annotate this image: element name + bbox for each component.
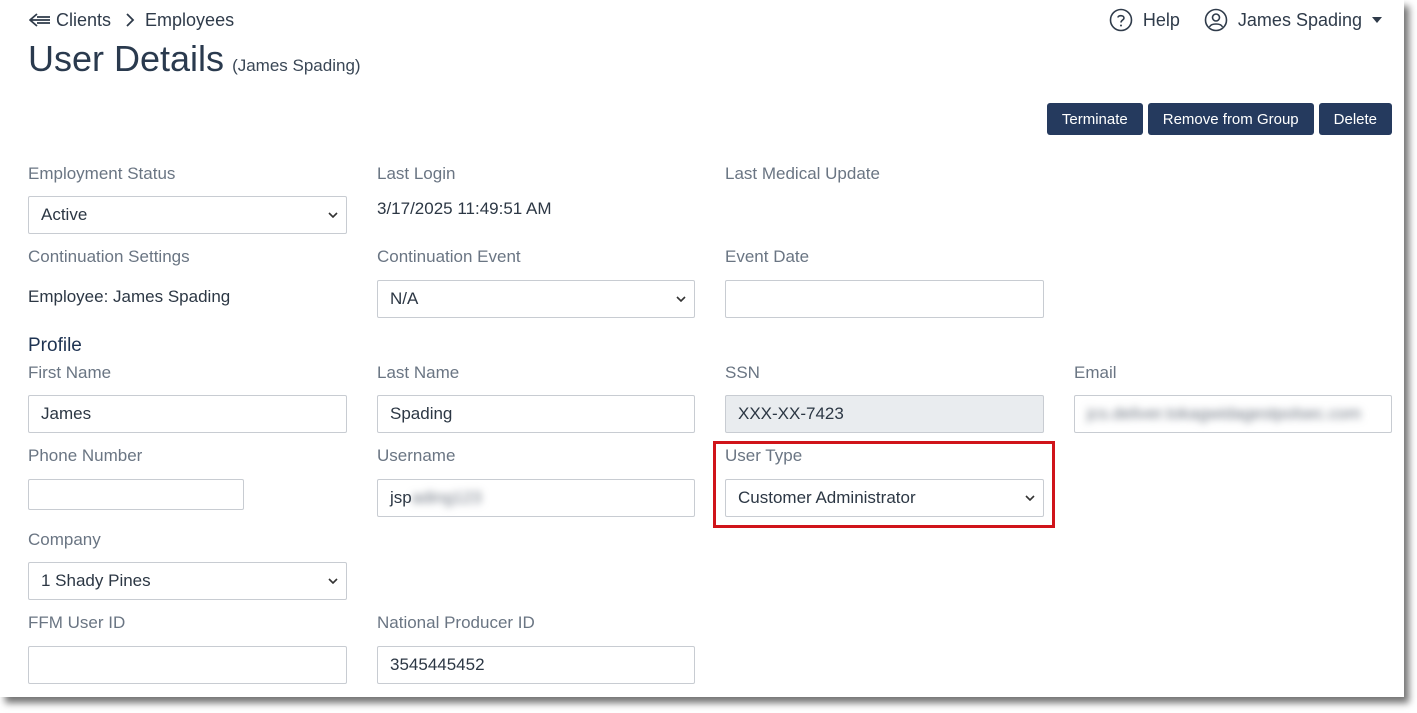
last-name-input[interactable]: Spading — [377, 395, 695, 433]
breadcrumb-employees-link[interactable]: Employees — [145, 10, 234, 31]
first-name-label: First Name — [28, 363, 112, 382]
back-arrow-icon[interactable] — [28, 12, 52, 28]
chevron-down-icon — [676, 296, 686, 302]
chevron-down-icon — [1025, 495, 1035, 501]
continuation-settings-label: Continuation Settings — [28, 247, 190, 266]
page-title-group: User Details (James Spading) — [28, 38, 361, 80]
username-input[interactable]: jsp ading123 — [377, 479, 695, 517]
username-value: jsp — [390, 488, 412, 507]
chevron-down-icon — [328, 212, 338, 218]
username-label: Username — [377, 446, 456, 465]
username-blurred-value: ading123 — [411, 488, 482, 507]
chevron-down-icon — [328, 578, 338, 584]
company-value: 1 Shady Pines — [41, 571, 151, 590]
last-login-label: Last Login — [377, 164, 456, 183]
continuation-event-value: N/A — [390, 289, 419, 308]
last-name-label: Last Name — [377, 363, 460, 382]
ssn-value: XXX-XX-7423 — [738, 404, 844, 423]
user-type-value: Customer Administrator — [738, 488, 916, 507]
company-select[interactable]: 1 Shady Pines — [28, 562, 347, 600]
profile-section-title: Profile — [28, 335, 82, 356]
employment-status-select[interactable]: Active — [28, 196, 347, 234]
user-name: James Spading — [1237, 9, 1362, 30]
continuation-event-label: Continuation Event — [377, 247, 521, 266]
continuation-settings-value: Employee: James Spading — [28, 287, 231, 306]
phone-number-label: Phone Number — [28, 446, 143, 465]
delete-button[interactable]: Delete — [1318, 103, 1392, 135]
ffm-user-id-input[interactable] — [28, 646, 347, 684]
caret-down-icon — [1372, 17, 1382, 23]
continuation-event-select[interactable]: N/A — [377, 280, 695, 318]
user-type-label: User Type — [725, 446, 803, 465]
company-label: Company — [28, 530, 101, 549]
last-medical-update-label: Last Medical Update — [725, 164, 880, 183]
chevron-right-icon — [125, 12, 135, 28]
phone-number-input[interactable] — [28, 479, 244, 510]
page-frame: Clients Employees Help James Spading Use… — [0, 0, 1404, 697]
terminate-button[interactable]: Terminate — [1046, 103, 1143, 135]
email-label: Email — [1074, 363, 1117, 382]
top-right-nav: Help James Spading — [1109, 6, 1392, 34]
national-producer-id-label: National Producer ID — [377, 613, 535, 632]
national-producer-id-input[interactable]: 3545445452 — [377, 646, 695, 684]
event-date-label: Event Date — [725, 247, 810, 266]
action-buttons: Terminate Remove from Group Delete — [1046, 103, 1392, 135]
first-name-input[interactable]: James — [28, 395, 347, 433]
ssn-input: XXX-XX-7423 — [725, 395, 1044, 433]
last-login-value: 3/17/2025 11:49:51 AM — [377, 199, 552, 218]
ssn-label: SSN — [725, 363, 760, 382]
help-link[interactable]: Help — [1109, 8, 1180, 32]
breadcrumb: Clients Employees — [28, 7, 234, 33]
breadcrumb-clients-link[interactable]: Clients — [56, 10, 111, 31]
help-icon — [1109, 8, 1133, 32]
help-label: Help — [1142, 9, 1180, 30]
first-name-value: James — [41, 404, 92, 423]
user-type-select[interactable]: Customer Administrator — [725, 479, 1044, 517]
page-title: User Details — [28, 38, 225, 79]
employment-status-label: Employment Status — [28, 164, 176, 183]
page-subtitle: (James Spading) — [232, 56, 361, 75]
user-menu[interactable]: James Spading — [1204, 8, 1392, 32]
ffm-user-id-label: FFM User ID — [28, 613, 126, 632]
national-producer-id-value: 3545445452 — [390, 655, 485, 674]
last-name-value: Spading — [390, 404, 453, 423]
email-input[interactable]: jcs.deliver.tokagwidagestpolsec.com — [1074, 395, 1392, 433]
employment-status-value: Active — [41, 205, 88, 224]
event-date-input[interactable] — [725, 280, 1044, 318]
user-avatar-icon — [1204, 8, 1228, 32]
remove-from-group-button[interactable]: Remove from Group — [1147, 103, 1314, 135]
email-value: jcs.deliver.tokagwidagestpolsec.com — [1087, 404, 1362, 423]
